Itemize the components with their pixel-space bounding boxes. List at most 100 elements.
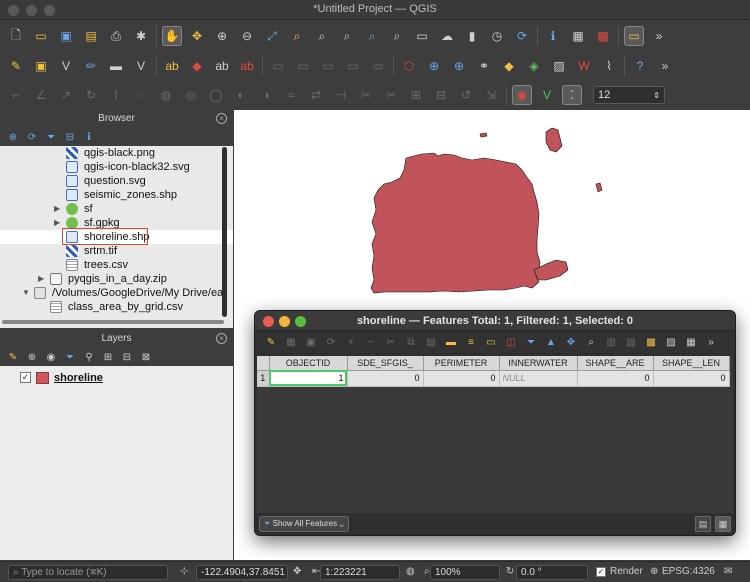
paste-icon[interactable]: ▤ xyxy=(423,334,439,350)
browser-horizontal-scrollbar[interactable] xyxy=(2,320,224,324)
properties-icon[interactable]: ℹ xyxy=(82,130,96,144)
zoom-out-icon[interactable]: ⊖ xyxy=(237,26,257,46)
cut-icon[interactable]: ✂ xyxy=(383,334,399,350)
add-ring-icon[interactable]: ◌ xyxy=(131,85,151,105)
treasure-island-polygon[interactable] xyxy=(545,127,563,153)
qgis-help-icon[interactable]: ? xyxy=(630,56,650,76)
save-edits-icon[interactable]: ▬ xyxy=(106,56,126,76)
expand-all-icon[interactable]: ⊞ xyxy=(101,350,115,364)
filter-legend-icon[interactable]: ⏷ xyxy=(63,350,77,364)
tree-item[interactable]: ▶ sf xyxy=(0,202,233,216)
tree-item[interactable]: class_area_by_grid.csv xyxy=(0,300,233,314)
layer-plugin-icon[interactable]: ◈ xyxy=(524,56,544,76)
invert-selection-icon[interactable]: ▭ xyxy=(483,334,499,350)
offset-curve-icon[interactable]: ≈ xyxy=(281,85,301,105)
merge-features-icon[interactable]: ⊞ xyxy=(406,85,426,105)
snapping-tolerance-spinbox[interactable]: 12 ⇕ xyxy=(593,86,665,104)
digitize-icon[interactable]: ✎ xyxy=(6,56,26,76)
fill-ring-icon[interactable]: ◎ xyxy=(181,85,201,105)
messages-icon[interactable]: ✉ xyxy=(724,566,732,577)
select-all-icon[interactable]: ≡ xyxy=(463,334,479,350)
delete-part-icon[interactable]: ◐ xyxy=(231,85,251,105)
table-cell[interactable]: 0 xyxy=(347,370,424,387)
crs-label[interactable]: EPSG:4326 xyxy=(662,566,715,577)
dock-table-icon[interactable]: ▦ xyxy=(683,334,699,350)
show-hide-labels-icon[interactable]: ab xyxy=(212,56,232,76)
new-project-icon[interactable]: 🗋 xyxy=(6,26,26,46)
zoom-to-selected-icon[interactable]: ⌕ xyxy=(583,334,599,350)
save-project-icon[interactable]: ▣ xyxy=(56,26,76,46)
snapping-vertex-icon[interactable]: V xyxy=(537,85,557,105)
coordinate-field[interactable]: -122.4904,37.8451 xyxy=(196,565,288,580)
tree-item[interactable]: ▶ pyqgis_in_a_day.zip xyxy=(0,272,233,286)
add-layer-icon[interactable]: ⊕ xyxy=(6,130,20,144)
diagram-icon[interactable]: ▭ xyxy=(343,56,363,76)
close-panel-icon[interactable]: × xyxy=(216,113,227,124)
add-group-icon[interactable]: ⊕ xyxy=(25,350,39,364)
temporal-controller-icon[interactable]: ◷ xyxy=(487,26,507,46)
expand-caret-icon[interactable]: ▶ xyxy=(54,216,60,230)
column-header[interactable]: OBJECTID xyxy=(269,356,348,371)
pan-map-icon[interactable]: ✋ xyxy=(162,26,182,46)
trim-extend-icon[interactable]: ⊣ xyxy=(331,85,351,105)
more-tools-icon-2[interactable]: » xyxy=(655,56,675,76)
collapse-caret-icon[interactable]: ▼ xyxy=(22,286,30,300)
reshape-icon[interactable]: ◑ xyxy=(256,85,276,105)
column-header[interactable]: PERIMETER xyxy=(423,356,500,371)
field-calculator-icon[interactable]: ▩ xyxy=(643,334,659,350)
tree-item[interactable]: trees.csv xyxy=(0,258,233,272)
mapswipe-icon[interactable]: ⌇ xyxy=(599,56,619,76)
vertex-tool-icon[interactable]: V xyxy=(56,56,76,76)
snapping-magnet-icon[interactable]: ◉ xyxy=(512,85,532,105)
tree-item[interactable]: qgis-icon-black32.svg xyxy=(0,160,233,174)
toggle-editing-icon[interactable]: ✎ xyxy=(263,334,279,350)
rotate-point-symbols-icon[interactable]: ↺ xyxy=(456,85,476,105)
conditional-formatting-icon[interactable]: ▨ xyxy=(663,334,679,350)
print-layout-icon[interactable]: ⎙ xyxy=(106,26,126,46)
style-manager-icon[interactable]: ✱ xyxy=(131,26,151,46)
table-row[interactable]: 1 1 0 0 NULL 0 0 xyxy=(257,370,730,387)
crs-globe-icon[interactable]: ⊕ xyxy=(650,566,658,577)
processing-toolbox-icon[interactable]: ⊕ xyxy=(424,56,444,76)
edit-pencil-icon[interactable]: ✏ xyxy=(81,56,101,76)
open-project-icon[interactable]: ▭ xyxy=(31,26,51,46)
reverse-line-icon[interactable]: ⇄ xyxy=(306,85,326,105)
actions-icon[interactable]: » xyxy=(703,334,719,350)
scale-plugin-icon[interactable]: ▨ xyxy=(549,56,569,76)
split-features-icon[interactable]: ✂ xyxy=(356,85,376,105)
tree-item[interactable]: qgis-black.png xyxy=(0,146,233,160)
render-checkbox[interactable]: ✓ xyxy=(596,567,606,577)
collapse-all-layers-icon[interactable]: ⊟ xyxy=(120,350,134,364)
new-field-icon[interactable]: ▥ xyxy=(603,334,619,350)
pan-to-selection-icon[interactable]: ✥ xyxy=(187,26,207,46)
row-number[interactable]: 1 xyxy=(257,370,270,387)
pin-labels-icon[interactable]: ◆ xyxy=(187,56,207,76)
zoom-to-selection-icon[interactable]: ⌕ xyxy=(287,26,307,46)
simplify-feature-icon[interactable]: ⌇ xyxy=(106,85,126,105)
more-tools-icon[interactable]: » xyxy=(649,26,669,46)
tree-item[interactable]: ▼ /Volumes/GoogleDrive/My Drive/ear xyxy=(0,286,233,300)
copy-icon[interactable]: ⧉ xyxy=(403,334,419,350)
plugin-icon[interactable]: ⊕ xyxy=(449,56,469,76)
zoom-next-icon[interactable]: ⌕ xyxy=(387,26,407,46)
zoom-native-icon[interactable]: ⌕ xyxy=(337,26,357,46)
refresh-icon[interactable]: ⟳ xyxy=(512,26,532,46)
rotate-label-icon[interactable]: ▭ xyxy=(293,56,313,76)
label-property-icon[interactable]: ▭ xyxy=(368,56,388,76)
refresh-browser-icon[interactable]: ⟳ xyxy=(25,130,39,144)
snapping-mode-icon[interactable]: ⁚ xyxy=(562,85,582,105)
add-feature-icon[interactable]: V xyxy=(131,56,151,76)
merge-attributes-icon[interactable]: ⊟ xyxy=(431,85,451,105)
alcatraz-polygon[interactable] xyxy=(479,132,488,138)
wt-plugin-icon[interactable]: W xyxy=(574,56,594,76)
column-header[interactable]: INNERWATER xyxy=(499,356,578,371)
zoom-last-icon[interactable]: ⌕ xyxy=(362,26,382,46)
cad-tool-icon[interactable]: ∠ xyxy=(31,85,51,105)
tree-item[interactable]: seismic_zones.shp xyxy=(0,188,233,202)
identify-features-icon[interactable]: ℹ xyxy=(543,26,563,46)
manage-visibility-icon[interactable]: ◉ xyxy=(44,350,58,364)
expand-caret-icon[interactable]: ▶ xyxy=(54,202,60,216)
zoom-to-layer-icon[interactable]: ⌕ xyxy=(312,26,332,46)
offset-point-symbols-icon[interactable]: ⇲ xyxy=(481,85,501,105)
layer-item[interactable]: ✓ shoreline xyxy=(0,370,233,386)
